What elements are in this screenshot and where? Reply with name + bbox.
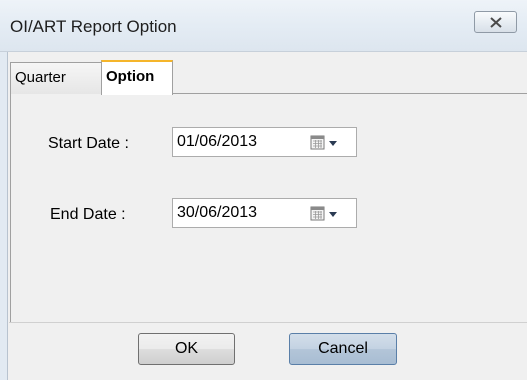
ok-button[interactable]: OK xyxy=(138,333,235,365)
end-date-label: End Date : xyxy=(50,206,126,223)
close-button[interactable] xyxy=(474,11,517,33)
end-date-picker[interactable]: 30/06/2013 xyxy=(172,198,357,228)
title-bar[interactable]: OI/ART Report Option xyxy=(0,0,527,52)
tab-option-label: Option xyxy=(106,68,155,85)
close-icon xyxy=(490,17,502,28)
end-date-value[interactable]: 30/06/2013 xyxy=(177,204,257,222)
start-date-value[interactable]: 01/06/2013 xyxy=(177,133,257,151)
start-date-picker[interactable]: 01/06/2013 xyxy=(172,127,357,157)
window-title: OI/ART Report Option xyxy=(10,17,177,36)
start-date-dropdown-button[interactable] xyxy=(310,134,352,152)
calendar-icon xyxy=(310,135,337,150)
dialog-window: OI/ART Report Option Quarter Option Star… xyxy=(0,0,527,380)
tab-option[interactable]: Option xyxy=(101,60,173,95)
tab-quarter[interactable]: Quarter xyxy=(10,62,102,94)
footer-divider xyxy=(9,322,527,323)
calendar-icon xyxy=(310,206,337,221)
start-date-label: Start Date : xyxy=(48,135,129,152)
end-date-dropdown-button[interactable] xyxy=(310,205,352,223)
cancel-button[interactable]: Cancel xyxy=(289,333,397,365)
tab-quarter-label: Quarter xyxy=(15,69,66,86)
window-left-border xyxy=(0,52,8,380)
